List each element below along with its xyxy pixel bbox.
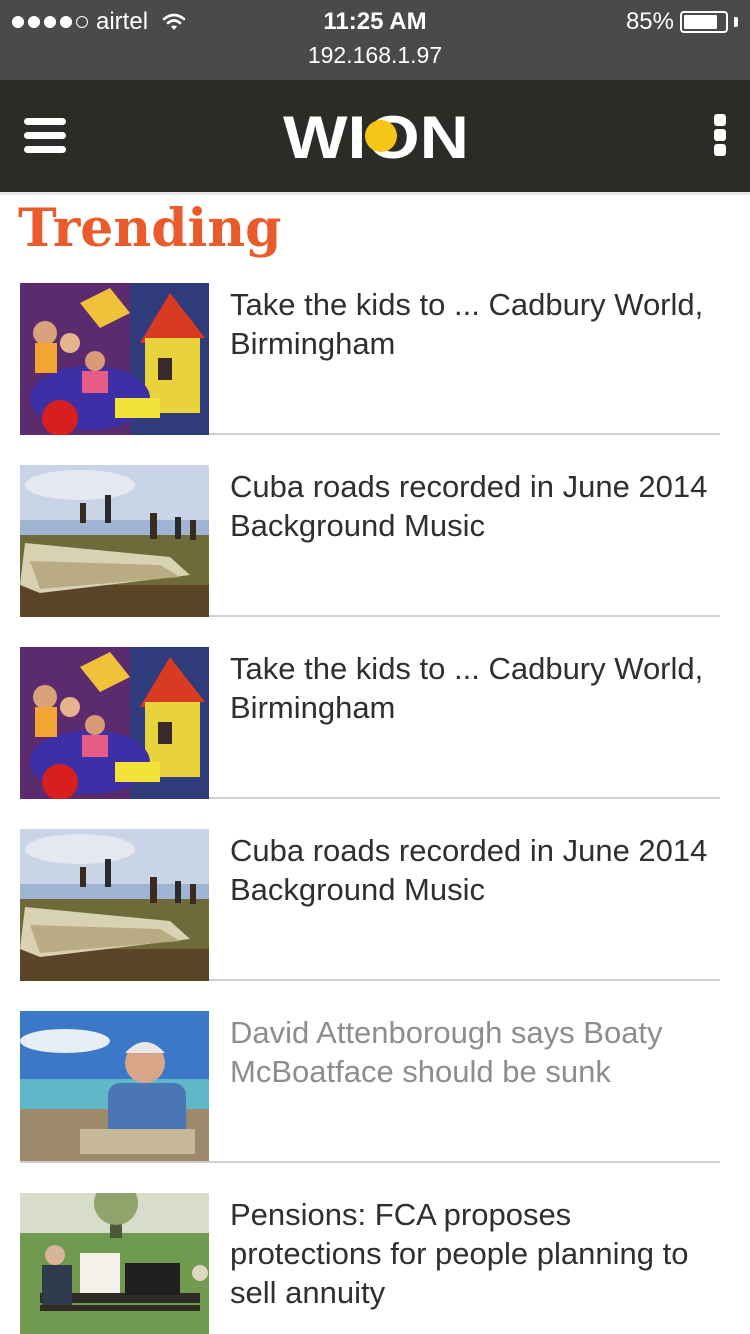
divider [209,615,720,617]
article-thumbnail[interactable] [20,829,209,981]
wion-logo[interactable]: WION [283,106,469,166]
divider [209,979,720,981]
article-thumbnail[interactable] [20,283,209,435]
article-thumbnail[interactable] [20,1193,209,1334]
list-item[interactable]: Cuba roads recorded in June 2014 Backgro… [20,465,720,647]
article-title[interactable]: David Attenborough says Boaty McBoatface… [209,1011,720,1193]
battery-icon [680,11,728,33]
list-item[interactable]: Take the kids to ... Cadbury World, Birm… [20,647,720,829]
article-thumbnail[interactable] [20,465,209,617]
article-title[interactable]: Pensions: FCA proposes protections for p… [209,1193,720,1334]
article-title[interactable]: Cuba roads recorded in June 2014 Backgro… [209,829,720,1011]
section-title: Trending [18,198,282,259]
divider [209,433,720,435]
hamburger-menu-icon[interactable] [24,118,66,154]
battery-status: 85% [626,8,738,36]
vertical-dots-icon[interactable] [714,114,728,158]
article-title[interactable]: Take the kids to ... Cadbury World, Birm… [209,647,720,829]
article-list: Take the kids to ... Cadbury World, Birm… [0,283,750,1334]
status-bar: airtel 11:25 AM 192.168.1.97 85% [0,0,750,80]
list-item[interactable]: Cuba roads recorded in June 2014 Backgro… [20,829,720,1011]
divider [20,1161,720,1163]
divider [209,797,720,799]
article-thumbnail[interactable] [20,1011,209,1163]
article-title[interactable]: Cuba roads recorded in June 2014 Backgro… [209,465,720,647]
list-item[interactable]: Take the kids to ... Cadbury World, Birm… [20,283,720,465]
list-item[interactable]: David Attenborough says Boaty McBoatface… [20,1011,720,1193]
battery-percent: 85% [625,8,674,35]
app-header: WION [0,80,750,195]
page-url[interactable]: 192.168.1.97 [0,42,750,69]
list-item[interactable]: Pensions: FCA proposes protections for p… [20,1193,720,1334]
article-title[interactable]: Take the kids to ... Cadbury World, Birm… [209,283,720,465]
article-thumbnail[interactable] [20,647,209,799]
